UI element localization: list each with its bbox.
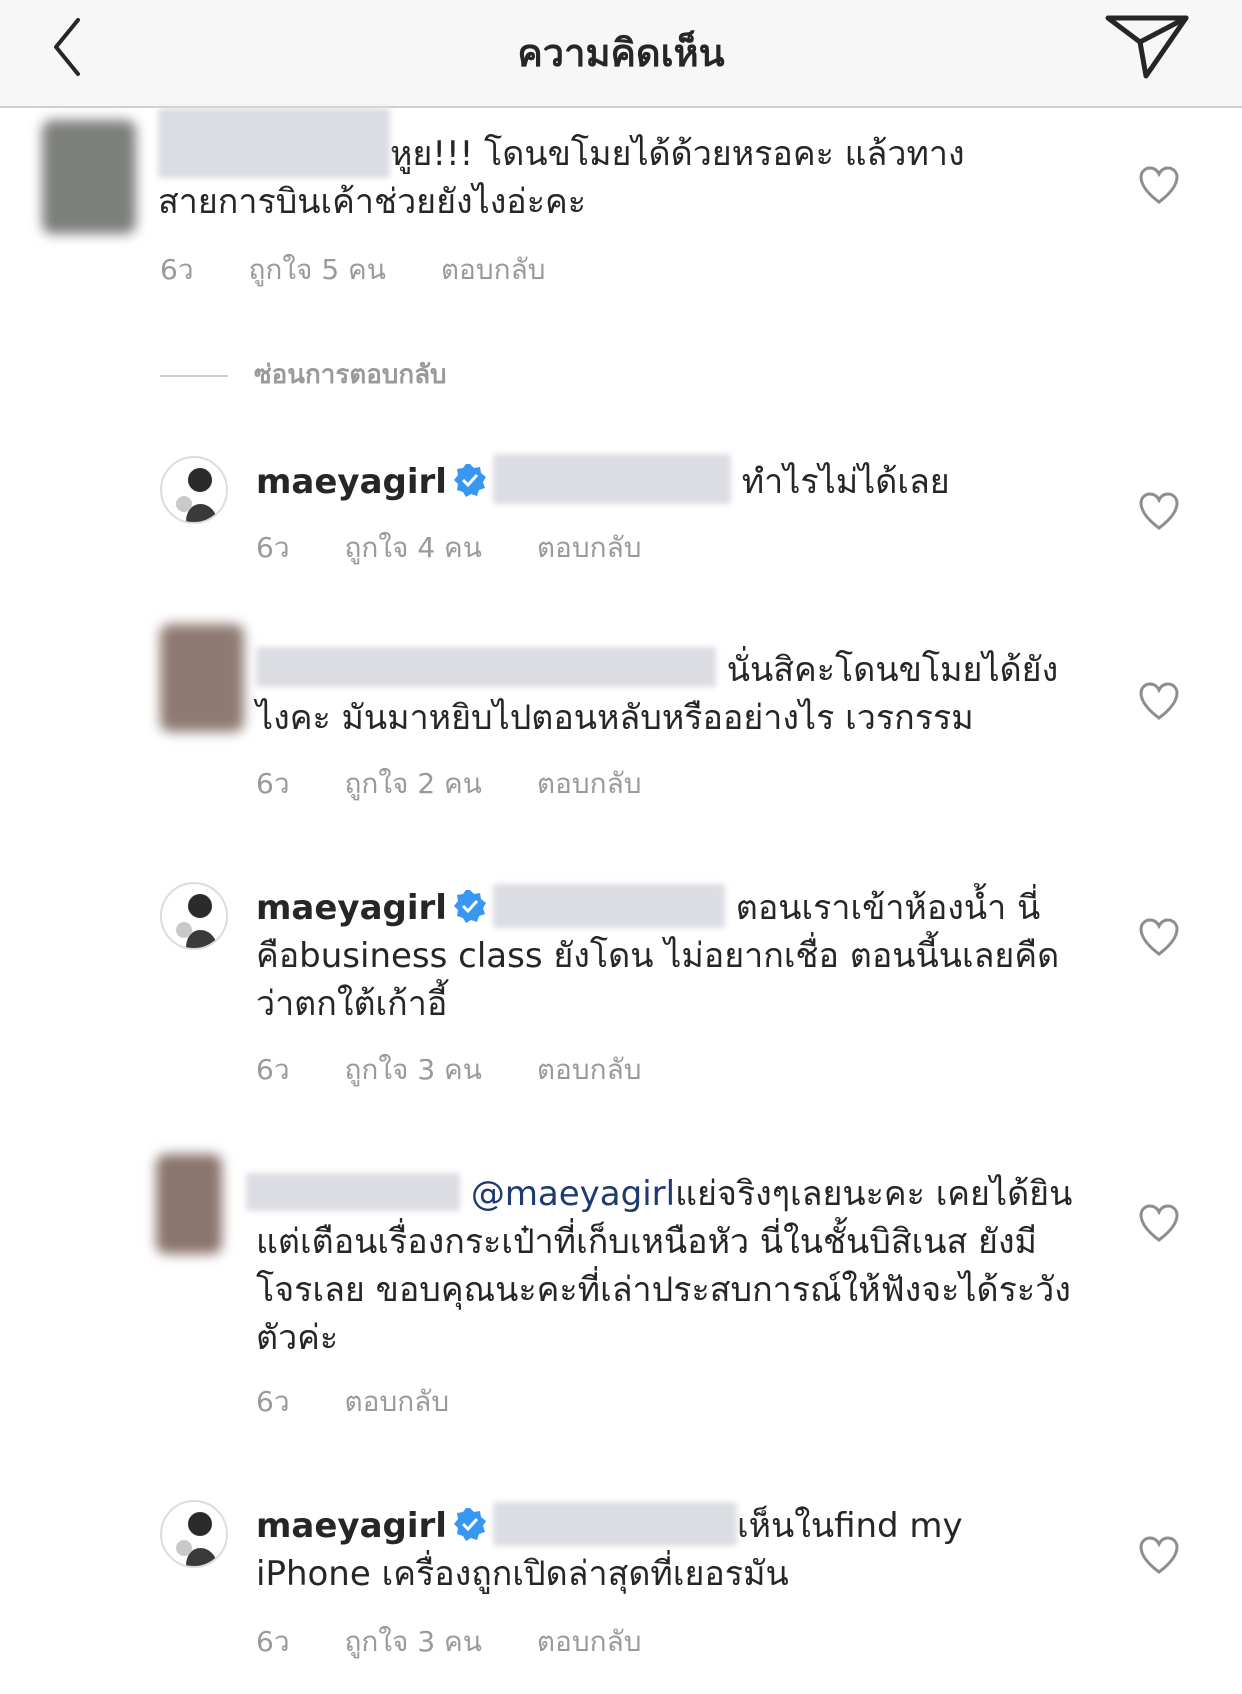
likes-count[interactable]: ถูกใจ 3 คน — [344, 1053, 481, 1086]
comment-text: หูย!!! โดนขโมยได้ด้วยหรอคะ แล้วทางสายการ… — [158, 107, 988, 226]
avatar[interactable] — [160, 1500, 228, 1568]
comment-time: 6ว — [256, 767, 290, 800]
comment-text: maeyagirl เห็นในfind my iPhone เครื่องถูก… — [256, 1501, 1086, 1598]
verified-badge-icon — [453, 1508, 486, 1541]
avatar[interactable] — [156, 1154, 222, 1254]
reply-button[interactable]: ตอบกลับ — [441, 253, 546, 286]
like-heart-icon[interactable] — [1138, 918, 1180, 958]
redacted-username — [246, 1172, 460, 1211]
comment-meta: 6ว ตอบกลับ — [256, 1380, 495, 1424]
like-heart-icon[interactable] — [1138, 1536, 1180, 1576]
send-icon[interactable] — [1102, 6, 1192, 86]
redacted-mention — [492, 453, 731, 504]
verified-badge-icon — [453, 464, 486, 497]
comment-text: นั่นสิคะโดนขโมยได้ยังไงคะ มันมาหยิบไปตอน… — [256, 646, 1086, 742]
comment-time: 6ว — [160, 253, 194, 286]
hide-replies-toggle[interactable]: ซ่อนการตอบกลับ — [160, 354, 447, 395]
reply-button[interactable]: ตอบกลับ — [344, 1385, 449, 1418]
comment-meta: 6ว ถูกใจ 4 คน ตอบกลับ — [256, 526, 688, 570]
likes-count[interactable]: ถูกใจ 2 คน — [344, 767, 481, 800]
top-bar: ความคิดเห็น — [0, 0, 1242, 108]
reply-button[interactable]: ตอบกลับ — [537, 767, 642, 800]
like-heart-icon[interactable] — [1138, 1204, 1180, 1244]
redacted-username — [256, 646, 716, 687]
comment-meta: 6ว ถูกใจ 5 คน ตอบกลับ — [160, 248, 592, 292]
reply-button[interactable]: ตอบกลับ — [537, 1625, 642, 1658]
comment-text: maeyagirl ทำไรไม่ได้เลย — [256, 453, 1086, 506]
likes-count[interactable]: ถูกใจ 3 คน — [344, 1625, 481, 1658]
comment-text: maeyagirl ตอนเราเข้าห้องน้ำ นี่คือbusine… — [256, 883, 1086, 1028]
like-heart-icon[interactable] — [1138, 492, 1180, 532]
avatar[interactable] — [42, 120, 136, 234]
redacted-mention — [492, 1501, 737, 1546]
comment-time: 6ว — [256, 1053, 290, 1086]
likes-count[interactable]: ถูกใจ 5 คน — [248, 253, 385, 286]
avatar[interactable] — [160, 456, 228, 524]
comment-time: 6ว — [256, 1625, 290, 1658]
verified-badge-icon — [453, 890, 486, 923]
mention-link[interactable]: @maeyagirl — [471, 1174, 675, 1214]
username[interactable]: maeyagirl — [256, 462, 447, 502]
username[interactable]: maeyagirl — [256, 1506, 447, 1546]
comment-meta: 6ว ถูกใจ 3 คน ตอบกลับ — [256, 1620, 688, 1664]
comment-text: @maeyagirlแย่จริงๆเลยนะคะ เคยได้ยินแต่เต… — [246, 1170, 1086, 1362]
redacted-username — [158, 107, 390, 178]
page-title: ความคิดเห็น — [517, 31, 725, 75]
like-heart-icon[interactable] — [1138, 166, 1180, 206]
likes-count[interactable]: ถูกใจ 4 คน — [344, 531, 481, 564]
comment-time: 6ว — [256, 1385, 290, 1418]
username[interactable]: maeyagirl — [256, 888, 447, 928]
reply-button[interactable]: ตอบกลับ — [537, 531, 642, 564]
divider — [160, 374, 228, 377]
like-heart-icon[interactable] — [1138, 682, 1180, 722]
comment-time: 6ว — [256, 531, 290, 564]
comment-meta: 6ว ถูกใจ 3 คน ตอบกลับ — [256, 1048, 688, 1092]
comment-meta: 6ว ถูกใจ 2 คน ตอบกลับ — [256, 762, 688, 806]
reply-button[interactable]: ตอบกลับ — [537, 1053, 642, 1086]
avatar[interactable] — [160, 624, 244, 732]
avatar[interactable] — [160, 882, 228, 950]
redacted-mention — [492, 883, 725, 928]
